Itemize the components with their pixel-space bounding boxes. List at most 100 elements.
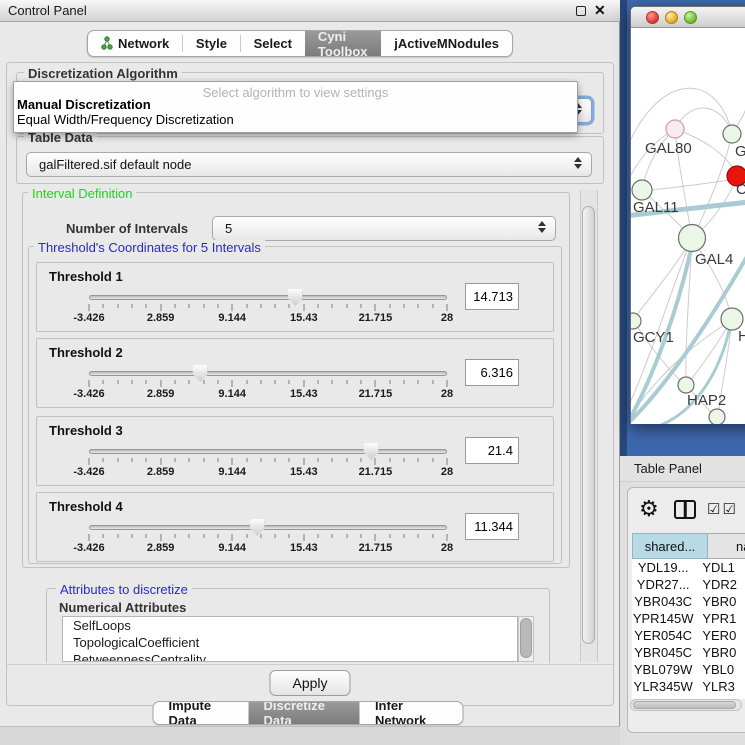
cell[interactable]: YBL079W [632,661,694,678]
threshold-3-panel: Threshold 3 -3.4262.8599.14415.4321.7152… [36,416,554,486]
cell[interactable]: YDL1 [694,559,745,576]
threshold-2-value-field[interactable]: 6.316 [465,359,519,386]
table-row[interactable]: YBR043CYBR0 [632,593,745,610]
column-header-shared[interactable]: shared... [632,533,708,559]
control-panel-titlebar: Control Panel ✕ [0,0,620,22]
cell[interactable]: YDR27... [632,576,694,593]
table-hscrollbar-thumb[interactable] [633,701,736,709]
apply-button[interactable]: Apply [269,670,350,696]
close-icon[interactable]: ✕ [594,2,606,19]
table-row[interactable]: YBL079WYBL0 [632,661,745,678]
float-window-icon[interactable] [576,6,586,16]
screen: Control Panel ✕ Network Style Select Cyn… [0,0,745,745]
tab-cyni-toolbox-label: Cyni Toolbox [318,30,368,57]
minimize-traffic-light-icon[interactable] [665,11,678,24]
network-canvas[interactable]: GAL80 G C GAL11 GAL4 GCY1 H HAP2 [631,28,745,424]
threshold-4-slider-track[interactable] [89,525,447,530]
number-of-intervals-value: 5 [225,221,232,236]
stepper-icon[interactable] [538,221,546,233]
stepper-icon[interactable] [574,157,582,169]
table-row[interactable]: YDR27...YDR2 [632,576,745,593]
column-checkboxes-icon[interactable]: ☑☑ [707,500,738,518]
node-gal80[interactable] [666,120,684,138]
label-gal80: GAL80 [645,140,692,157]
bottom-tab-bar: Impute Data Discretize Data Infer Networ… [153,701,464,725]
threshold-1-slider-track[interactable] [89,295,447,300]
tab-network[interactable]: Network [88,31,182,56]
cell[interactable]: YBR045C [632,644,694,661]
list-item-selfloops[interactable]: SelfLoops [63,617,517,634]
cell[interactable]: YBR0 [694,593,745,610]
tab-jactivemnodules[interactable]: jActiveMNodules [381,31,512,56]
close-traffic-light-icon[interactable] [646,11,659,24]
gear-icon[interactable]: ⚙ [639,496,659,522]
tab-impute-data[interactable]: Impute Data [154,702,249,724]
threshold-3-slider-track[interactable] [89,449,447,454]
threshold-3-value-field[interactable]: 21.4 [465,437,519,464]
cell[interactable]: YDL19... [632,559,694,576]
table-row[interactable]: YBR045CYBR0 [632,644,745,661]
numerical-attributes-list: SelfLoops TopologicalCoefficient Between… [62,616,518,662]
slider-ticks [89,534,447,542]
cell[interactable]: YPR145W [632,610,694,627]
cell[interactable]: YBL0 [694,661,745,678]
attributes-scrollbar-thumb[interactable] [520,618,532,658]
control-panel-window: Control Panel ✕ Network Style Select Cyn… [0,0,620,726]
number-of-intervals-combo[interactable]: 5 [212,216,556,241]
node-gal4[interactable] [679,225,706,252]
table-data-combo[interactable]: galFiltered.sif default node [26,152,592,177]
zoom-traffic-light-icon[interactable] [684,11,697,24]
dropdown-hint-item[interactable]: Select algorithm to view settings [14,82,577,97]
cell[interactable]: YPR1 [694,610,745,627]
cell[interactable]: YBR043C [632,593,694,610]
split-view-icon[interactable] [674,500,696,519]
node-bottom-partial[interactable] [709,409,725,424]
dropdown-item-equal-width-frequency[interactable]: Equal Width/Frequency Discretization [14,112,577,127]
tab-impute-data-label: Impute Data [169,701,234,725]
slider-ticks [89,380,447,388]
slider-tick-labels: -3.4262.8599.14415.4321.71528 [89,312,447,324]
cell[interactable]: YLR3 [694,678,745,695]
cell[interactable]: YER0 [694,627,745,644]
slider-tick-labels: -3.4262.8599.14415.4321.71528 [89,388,447,400]
cell[interactable]: YLR345W [632,678,694,695]
table-row[interactable]: YDL19...YDL1 [632,559,745,576]
list-item-betweennesscentrality[interactable]: BetweennessCentrality [63,651,517,662]
column-header-name[interactable]: na [708,533,745,559]
attributes-group-title: Attributes to discretize [56,582,192,597]
table-row[interactable]: YLR345WYLR3 [632,678,745,695]
tab-discretize-data-label: Discretize Data [264,701,345,725]
threshold-1-value-field[interactable]: 14.713 [465,283,519,310]
numerical-attributes-label: Numerical Attributes [55,600,190,615]
cell[interactable]: YER054C [632,627,694,644]
tab-cyni-toolbox[interactable]: Cyni Toolbox [305,31,381,56]
cell[interactable]: YBR0 [694,644,745,661]
node-gal11[interactable] [632,180,652,200]
list-item-topologicalcoefficient[interactable]: TopologicalCoefficient [63,634,517,651]
tab-discretize-data[interactable]: Discretize Data [249,702,360,724]
threshold-2-slider-track[interactable] [89,371,447,376]
node-top-right[interactable] [723,125,741,143]
table-data-combo-value: galFiltered.sif default node [39,157,191,172]
table-row[interactable]: YER054CYER0 [632,627,745,644]
table-panel-titlebar: Table Panel [620,456,745,482]
threshold-4-value-field[interactable]: 11.344 [465,513,519,540]
cell[interactable]: YDR2 [694,576,745,593]
label-gal4: GAL4 [695,251,733,268]
node-gcy1[interactable] [631,313,641,329]
node-hap2[interactable] [678,377,694,393]
tab-select[interactable]: Select [241,31,305,56]
tab-style[interactable]: Style [183,31,240,56]
network-graph: GAL80 G C GAL11 GAL4 GCY1 H HAP2 [631,28,745,424]
algorithm-group-title: Discretization Algorithm [24,66,182,81]
tab-style-label: Style [196,36,227,51]
node-right-mid[interactable] [721,308,743,330]
divider [7,664,613,665]
tab-infer-network-label: Infer Network [375,701,448,725]
slider-ticks [89,304,447,312]
bottom-strip [0,726,620,745]
table-row[interactable]: YPR145WYPR1 [632,610,745,627]
panel-title: Control Panel [8,3,87,18]
tab-infer-network[interactable]: Infer Network [360,702,463,724]
settings-scrollbar-thumb[interactable] [582,206,595,644]
